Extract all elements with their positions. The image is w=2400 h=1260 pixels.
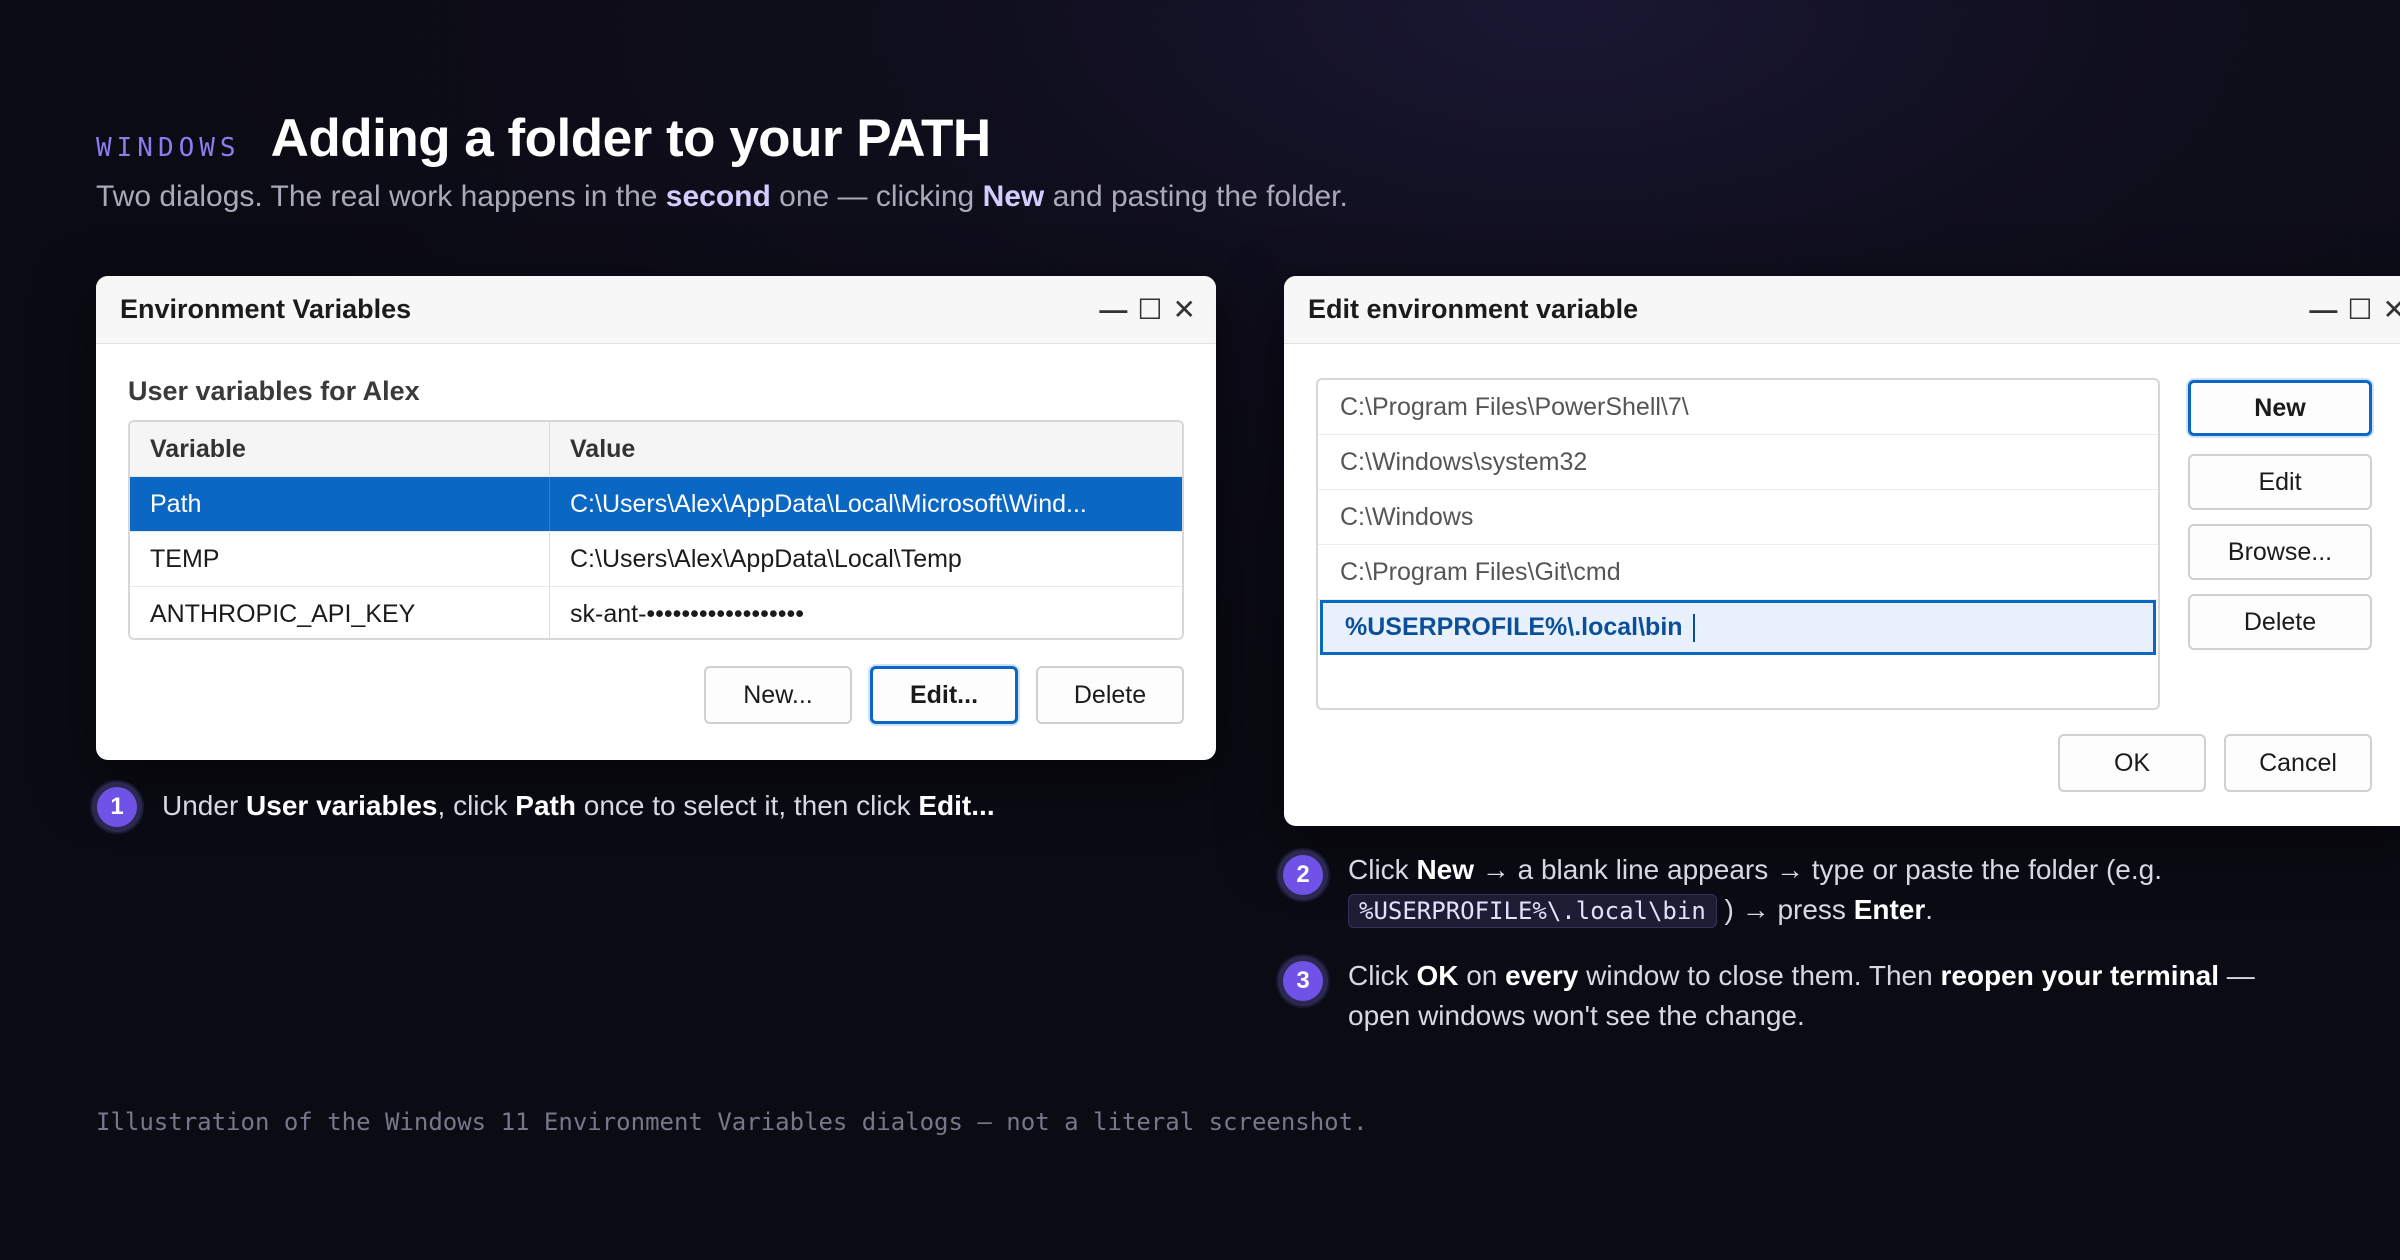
variable-cell: Path (130, 477, 550, 531)
step-text: , click (437, 790, 516, 821)
step-instruction: Click OK on every window to close them. … (1348, 956, 2318, 1036)
step-number-badge: 2 (1278, 850, 1328, 900)
edit-path-button[interactable]: Edit (2188, 454, 2372, 510)
minimize-icon[interactable]: — (1099, 296, 1127, 324)
step-emphasis: New (1416, 854, 1475, 885)
page-title: Adding a folder to your PATH (270, 109, 992, 168)
dialog-title-bar[interactable]: Edit environment variable — ☐ ✕ (1284, 276, 2400, 344)
new-path-button[interactable]: New (2188, 380, 2372, 436)
dialog-title: Environment Variables (120, 294, 412, 324)
list-item[interactable]: C:\Program Files\Git\cmd (1318, 545, 2158, 600)
variable-cell: TEMP (130, 532, 550, 586)
step-emphasis: every (1505, 960, 1579, 991)
step-3: 3 Click OK on every window to close them… (1278, 956, 2318, 1036)
close-icon[interactable]: ✕ (2383, 296, 2400, 324)
column-header-value[interactable]: Value (550, 422, 1182, 476)
variable-cell: ANTHROPIC_API_KEY (130, 587, 550, 638)
eyebrow-label: WINDOWS (96, 133, 241, 163)
subtitle-text: Two dialogs. The real work happens in th… (96, 180, 666, 213)
column-header-variable[interactable]: Variable (130, 422, 550, 476)
step-emphasis: User variables (246, 790, 438, 821)
step-2: 2 Click New → a blank line appears → typ… (1278, 850, 2318, 931)
footnote: Illustration of the Windows 11 Environme… (96, 1108, 1368, 1136)
step-text: Under (162, 790, 247, 821)
example-path-code: %USERPROFILE%\.local\bin (1348, 894, 1717, 928)
cancel-button[interactable]: Cancel (2224, 734, 2372, 792)
browse-button[interactable]: Browse... (2188, 524, 2372, 580)
editing-path-input[interactable]: %USERPROFILE%\.local\bin (1320, 600, 2156, 655)
step-text: on (1458, 960, 1506, 991)
minimize-icon[interactable]: — (2309, 296, 2337, 324)
step-text: Click (1348, 960, 1417, 991)
list-item[interactable]: C:\Windows\system32 (1318, 435, 2158, 490)
user-variables-table: Variable Value Path C:\Users\Alex\AppDat… (128, 420, 1184, 640)
step-instruction: Click New → a blank line appears → type … (1348, 850, 2318, 931)
step-text: once to select it, then click (575, 790, 919, 821)
close-icon[interactable]: ✕ (1173, 296, 1196, 324)
step-text: . (1925, 894, 1934, 925)
user-variables-label: User variables for Alex (128, 376, 420, 406)
step-emphasis: Path (515, 790, 576, 821)
step-number-badge: 3 (1278, 956, 1328, 1006)
maximize-icon[interactable]: ☐ (1137, 296, 1162, 324)
step-text: window to close them. Then (1578, 960, 1941, 991)
step-1: 1 Under User variables, click Path once … (92, 782, 1212, 832)
table-header-row: Variable Value (130, 422, 1182, 477)
step-text: ) → press (1716, 894, 1854, 925)
subtitle-text: one — clicking (770, 180, 983, 213)
step-emphasis: Edit... (918, 790, 995, 821)
subtitle-emphasis: second (665, 180, 771, 213)
step-emphasis: reopen your terminal (1940, 960, 2219, 991)
table-row[interactable]: ANTHROPIC_API_KEY sk-ant-•••••••••••••••… (130, 587, 1182, 638)
step-text: Click (1348, 854, 1417, 885)
new-variable-button[interactable]: New... (704, 666, 852, 724)
page-header: WINDOWS Adding a folder to your PATH (96, 108, 991, 169)
editing-path-text: %USERPROFILE%\.local\bin (1345, 613, 1683, 641)
subtitle-text: and pasting the folder. (1044, 180, 1348, 213)
list-item[interactable]: C:\Program Files\PowerShell\7\ (1318, 380, 2158, 435)
text-caret (1692, 613, 1695, 642)
edit-variable-button[interactable]: Edit... (870, 666, 1018, 724)
dialog-title: Edit environment variable (1308, 294, 1639, 324)
subtitle-emphasis: New (982, 180, 1045, 213)
path-entries-list: C:\Program Files\PowerShell\7\ C:\Window… (1316, 378, 2160, 710)
environment-variables-dialog: Environment Variables — ☐ ✕ User variabl… (96, 276, 1216, 760)
step-number-badge: 1 (92, 782, 142, 832)
table-row[interactable]: TEMP C:\Users\Alex\AppData\Local\Temp (130, 532, 1182, 587)
step-text: → a blank line appears → type or paste t… (1474, 854, 2162, 885)
dialog-title-bar[interactable]: Environment Variables — ☐ ✕ (96, 276, 1216, 344)
list-item[interactable]: C:\Windows (1318, 490, 2158, 545)
step-emphasis: OK (1416, 960, 1459, 991)
window-controls: — ☐ ✕ (1099, 276, 1196, 344)
value-cell: C:\Users\Alex\AppData\Local\Temp (570, 544, 962, 573)
value-cell: C:\Users\Alex\AppData\Local\Microsoft\Wi… (570, 489, 1087, 518)
delete-variable-button[interactable]: Delete (1036, 666, 1184, 724)
value-cell: sk-ant-•••••••••••••••••• (570, 600, 804, 628)
table-row[interactable]: Path C:\Users\Alex\AppData\Local\Microso… (130, 477, 1182, 532)
ok-button[interactable]: OK (2058, 734, 2206, 792)
maximize-icon[interactable]: ☐ (2347, 296, 2372, 324)
window-controls: — ☐ ✕ (2309, 276, 2400, 344)
delete-path-button[interactable]: Delete (2188, 594, 2372, 650)
page-subtitle: Two dialogs. The real work happens in th… (96, 180, 1348, 214)
step-instruction: Under User variables, click Path once to… (162, 786, 995, 826)
step-emphasis: Enter (1853, 894, 1926, 925)
edit-environment-variable-dialog: Edit environment variable — ☐ ✕ C:\Progr… (1284, 276, 2400, 826)
